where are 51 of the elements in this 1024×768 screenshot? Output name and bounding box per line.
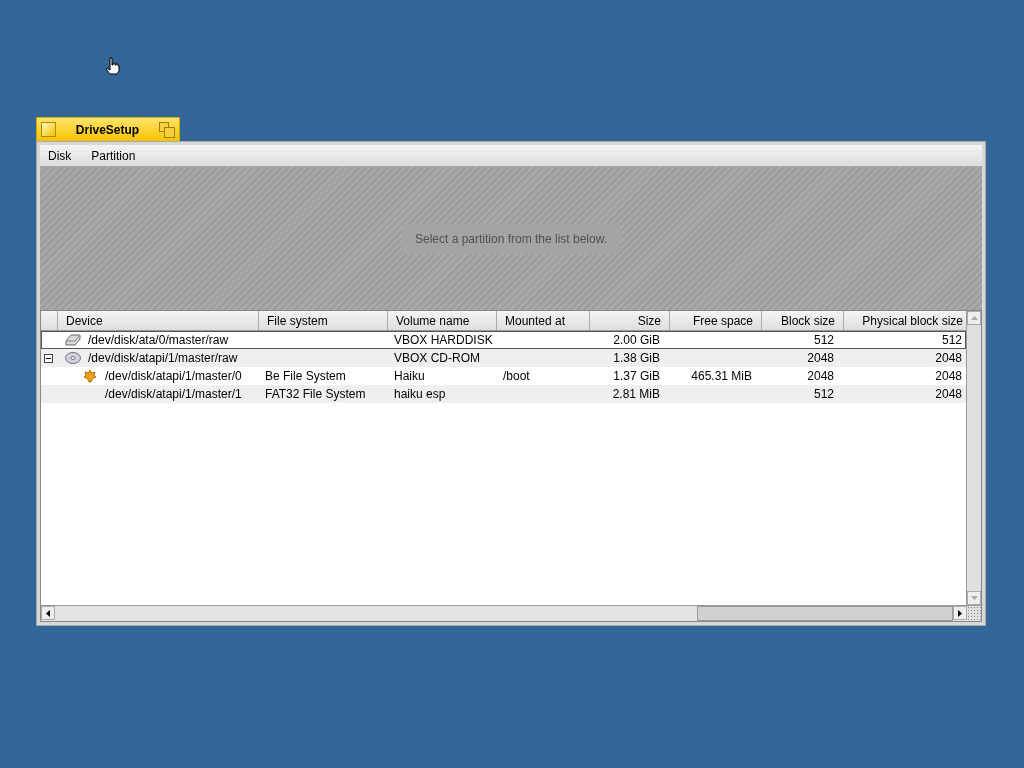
table-cell: VBOX HARDDISK [394,333,493,347]
table-cell: 2048 [807,369,834,383]
column-header[interactable]: Mounted at [497,311,590,330]
table-cell: FAT32 File System [265,387,366,401]
device-path: /dev/disk/atapi/1/master/0 [105,369,242,383]
scroll-up-icon[interactable] [967,311,981,325]
zoom-button[interactable] [159,121,175,138]
horizontal-scrollbar[interactable] [41,605,981,621]
table-cell: 1.38 GiB [613,351,660,365]
table-cell: 2048 [935,387,962,401]
menu-item[interactable]: Partition [87,148,144,163]
table-row[interactable]: /dev/disk/atapi/1/master/1 FAT32 File System haiku esp 2.81 MiB 512 2048 [41,385,966,403]
column-header[interactable]: File system [259,311,388,330]
table-cell: 2.00 GiB [613,333,660,347]
device-path: /dev/disk/atapi/1/master/1 [105,387,242,401]
column-header[interactable]: Block size [762,311,844,330]
menu-item[interactable]: Disk [44,148,80,163]
hand-cursor-icon [105,57,121,75]
table-cell: 465.31 MiB [691,369,752,383]
table-cell: 512 [813,333,834,347]
table-cell: 512 [941,333,962,347]
column-header[interactable]: Free space [670,311,762,330]
device-path: /dev/disk/atapi/1/master/raw [88,351,238,365]
table-cell: 2.81 MiB [612,387,660,401]
resize-grip-icon[interactable] [967,606,981,621]
collapse-icon[interactable] [44,353,53,363]
window-title: DriveSetup [74,122,141,137]
leaf-icon [83,369,97,383]
table-cell: 2048 [935,351,962,365]
column-header[interactable]: Size [590,311,670,330]
table-row[interactable]: /dev/disk/ata/0/master/raw VBOX HARDDISK 2.00 GiB 512 512 [41,331,966,349]
table-cell: 1.37 GiB [613,369,660,383]
scroll-thumb[interactable] [697,606,953,621]
table-cell: Be File System [265,369,346,383]
scroll-left-icon[interactable] [41,606,55,620]
table-cell: 512 [813,387,834,401]
table-cell: Haiku [394,369,425,383]
column-header[interactable]: Device [58,311,259,330]
table-cell: 2048 [935,369,962,383]
vertical-scrollbar[interactable] [966,311,981,605]
column-header[interactable]: Volume name [388,311,497,330]
table-row[interactable]: /dev/disk/atapi/1/master/raw VBOX CD-ROM 1.38 GiB 2048 2048 [41,349,966,367]
table-cell: VBOX CD-ROM [394,351,480,365]
table-cell: /boot [503,369,530,383]
device-path: /dev/disk/ata/0/master/raw [88,333,229,347]
scroll-right-icon[interactable] [953,606,967,620]
table-cell: haiku esp [394,387,446,401]
disk-map-message: Select a partition from the list below. [401,223,621,254]
table-cell: 2048 [807,351,834,365]
disc-icon [65,352,81,364]
close-button[interactable] [41,122,56,137]
